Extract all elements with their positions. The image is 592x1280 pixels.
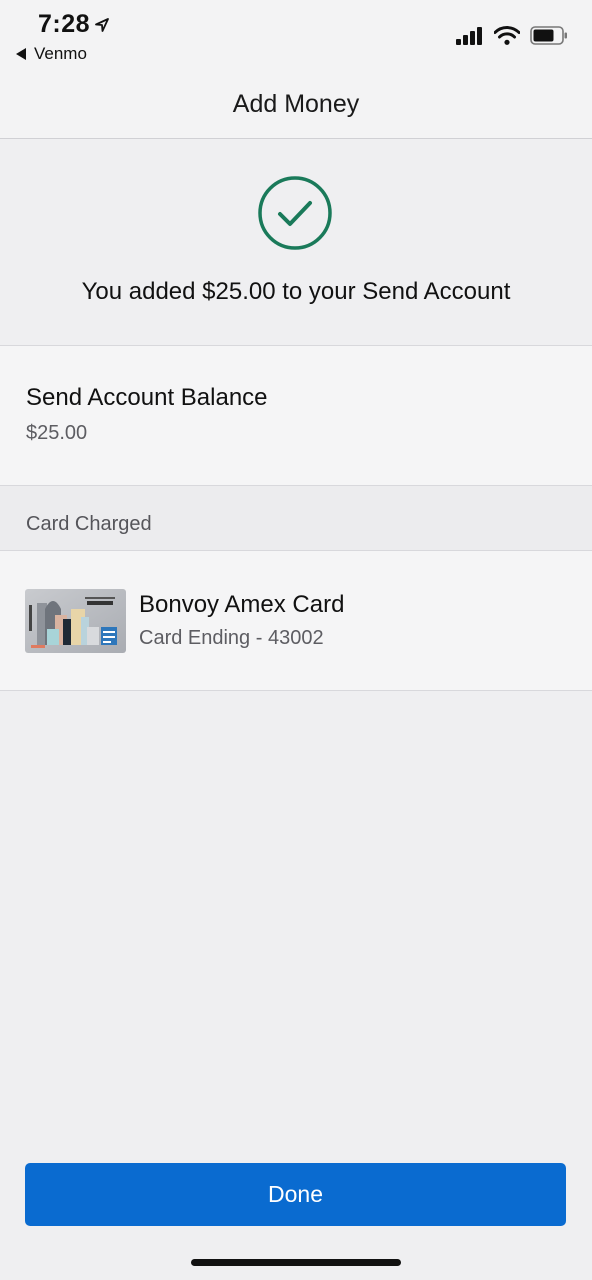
cellular-signal-icon (456, 26, 482, 45)
back-to-app-button[interactable]: Venmo (16, 44, 87, 64)
balance-value: $25.00 (26, 422, 88, 444)
location-arrow-icon (95, 17, 109, 32)
card-name: Bonvoy Amex Card (139, 591, 345, 618)
done-button[interactable]: Done (25, 1163, 566, 1226)
back-triangle-icon (16, 48, 26, 60)
page-title: Add Money (232, 90, 360, 118)
card-ending: Card Ending - 43002 (139, 627, 324, 649)
card-charged-row: Bonvoy Amex Card Card Ending - 43002 (0, 551, 592, 691)
send-account-balance-row: Send Account Balance $25.00 (0, 346, 592, 486)
status-bar: 7:28 Venmo (0, 0, 592, 80)
amex-card-icon (25, 589, 126, 653)
battery-icon (530, 26, 567, 45)
system-icons (456, 26, 568, 45)
navigation-bar: Add Money (0, 80, 592, 139)
card-charged-header: Card Charged (0, 486, 592, 551)
check-circle-icon (258, 176, 332, 250)
balance-label: Send Account Balance (26, 384, 268, 411)
wifi-icon (494, 26, 520, 45)
confirmation-message: You added $25.00 to your Send Account (81, 278, 511, 305)
confirmation-section: You added $25.00 to your Send Account (0, 139, 592, 346)
back-app-label: Venmo (34, 44, 87, 63)
status-time-text: 7:28 (38, 10, 91, 38)
home-indicator[interactable] (191, 1259, 401, 1266)
status-time: 7:28 (38, 10, 110, 39)
section-header-label: Card Charged (26, 513, 152, 535)
